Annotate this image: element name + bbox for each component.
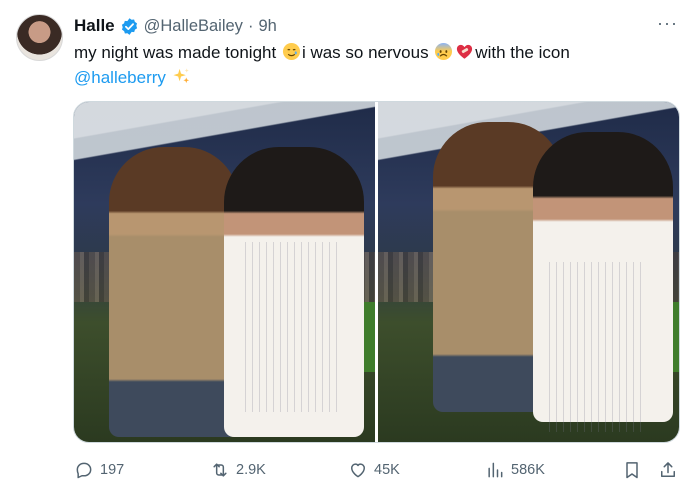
share-icon xyxy=(661,462,675,477)
photo-right[interactable] xyxy=(378,102,679,442)
tweet: Halle @HalleBailey · 9h ··· my night was… xyxy=(0,0,700,497)
tweet-text-part3: with the icon xyxy=(475,43,570,62)
tweet-header: Halle @HalleBailey · 9h xyxy=(74,14,277,38)
author-name[interactable]: Halle xyxy=(74,16,115,36)
jersey-stripes xyxy=(239,242,339,412)
mention-link[interactable]: @halleberry xyxy=(74,68,166,87)
repost-count: 2.9K xyxy=(236,462,266,478)
views-icon xyxy=(488,462,503,478)
separator-dot: · xyxy=(247,16,254,35)
views-button[interactable]: 586K xyxy=(485,458,545,482)
views-count: 586K xyxy=(511,462,545,478)
jersey-stripes xyxy=(543,262,643,432)
bookmark-button[interactable] xyxy=(622,458,642,482)
tweet-text-part1: my night was made tonight xyxy=(74,43,281,62)
repost-button[interactable]: 2.9K xyxy=(210,458,266,482)
reply-count: 197 xyxy=(100,462,125,478)
person-left xyxy=(109,147,239,437)
bookmark-icon xyxy=(626,462,638,479)
author-handle[interactable]: @HalleBailey xyxy=(144,17,243,36)
avatar[interactable] xyxy=(16,14,63,61)
photo-left[interactable] xyxy=(74,102,375,442)
timestamp[interactable]: 9h xyxy=(258,17,276,36)
media-grid xyxy=(73,101,680,443)
action-bar: 197 2.9K 45K 586K xyxy=(74,458,684,482)
share-button[interactable] xyxy=(658,458,678,482)
like-count: 45K xyxy=(374,462,400,478)
repost-icon xyxy=(213,463,227,477)
like-button[interactable]: 45K xyxy=(348,458,400,482)
more-icon[interactable]: ··· xyxy=(657,14,678,32)
smiling-face-with-tear-emoji xyxy=(282,42,301,61)
anxious-face-emoji xyxy=(435,42,453,61)
sparkles-emoji xyxy=(173,68,189,84)
verified-icon xyxy=(121,17,137,35)
reply-button[interactable]: 197 xyxy=(74,458,124,482)
like-icon xyxy=(351,463,365,478)
tweet-text-part2: i was so nervous xyxy=(301,43,434,62)
reply-icon xyxy=(76,462,92,479)
tweet-text: my night was made tonight i was so nervo… xyxy=(74,40,674,90)
mending-heart-emoji xyxy=(457,44,473,59)
